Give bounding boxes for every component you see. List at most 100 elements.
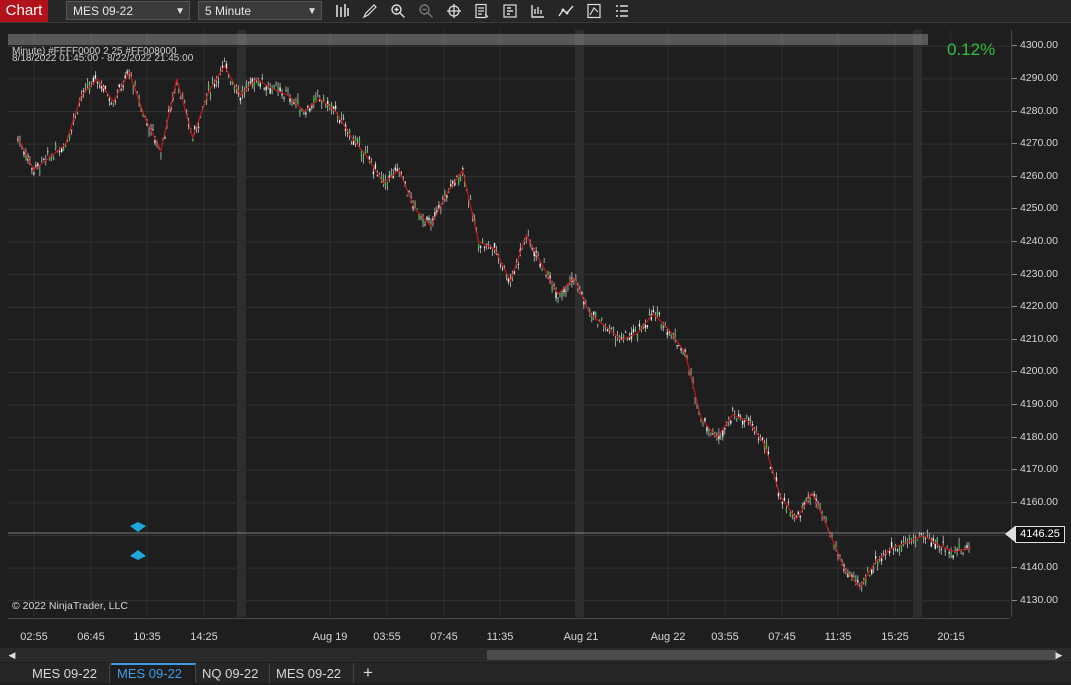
- tab-label: MES 09-22: [117, 666, 183, 681]
- candle-body: [624, 331, 627, 333]
- candle-body: [863, 577, 865, 580]
- tab-mes-1[interactable]: MES 09-22: [26, 663, 110, 683]
- tab-mes-2[interactable]: MES 09-22: [111, 663, 196, 683]
- candle-body: [551, 285, 553, 290]
- zoom-in-icon[interactable]: [389, 2, 407, 20]
- candle-body: [221, 65, 224, 68]
- candle-body: [708, 429, 710, 432]
- candle-body: [184, 100, 186, 102]
- candle-body: [880, 558, 883, 562]
- candle-body: [338, 119, 341, 123]
- candle-body: [724, 427, 726, 430]
- chart-window-label[interactable]: Chart: [0, 0, 48, 22]
- interval-selector[interactable]: 5 Minute ▼: [198, 1, 322, 20]
- candle-body: [593, 311, 595, 315]
- x-tick-label: 03:55: [373, 631, 401, 643]
- candle-body: [656, 311, 659, 316]
- candle-body: [646, 325, 649, 328]
- candle-body: [493, 242, 496, 248]
- candle-body: [120, 89, 122, 91]
- candle-body: [924, 537, 927, 539]
- candle-body: [366, 151, 369, 153]
- menu-list-icon[interactable]: [613, 2, 631, 20]
- percent-change: 0.12%: [947, 40, 996, 59]
- scroll-left-arrow-icon[interactable]: ◀: [6, 649, 18, 661]
- candle-body: [751, 424, 754, 426]
- y-tick-label: 4160.00: [1012, 495, 1058, 508]
- candle-body: [41, 159, 43, 161]
- candle-body: [299, 109, 301, 115]
- candle-body: [223, 60, 226, 62]
- bars-type-icon[interactable]: [333, 2, 351, 20]
- candle-body: [319, 100, 321, 101]
- zoom-out-icon[interactable]: [417, 2, 435, 20]
- x-tick-label: 03:55: [711, 631, 739, 643]
- y-tick-label: 4230.00: [1012, 267, 1058, 280]
- scroll-right-arrow-icon[interactable]: ▶: [1053, 649, 1065, 661]
- candle-body: [126, 71, 128, 74]
- data-box-icon[interactable]: [501, 2, 519, 20]
- candle-body: [898, 550, 901, 553]
- candle-body: [132, 88, 134, 91]
- candle-body: [416, 208, 418, 210]
- candle-body: [86, 81, 89, 85]
- scroll-thumb[interactable]: [487, 650, 1057, 660]
- tab-mes-3[interactable]: MES 09-22: [270, 663, 354, 683]
- horizontal-scrollbar[interactable]: ◀ ▶: [0, 648, 1071, 662]
- candle-body: [878, 559, 881, 562]
- x-tick-label: 20:15: [937, 631, 965, 643]
- interval-value: 5 Minute: [205, 4, 252, 18]
- add-tab-icon[interactable]: +: [358, 663, 378, 683]
- candle-body: [704, 417, 706, 422]
- date-range-header: 8/18/2022 01:45:00 - 8/22/2022 21:45:00: [12, 53, 194, 64]
- candle-body: [257, 81, 259, 86]
- candle-body: [55, 145, 57, 148]
- x-tick-label: 11:35: [486, 631, 514, 643]
- candle-body: [194, 126, 196, 129]
- candle-body: [652, 309, 655, 312]
- candle-body: [787, 501, 790, 503]
- pencil-draw-icon[interactable]: [361, 2, 379, 20]
- candle-body: [857, 580, 859, 583]
- candle-body: [706, 427, 708, 432]
- y-tick-label: 4260.00: [1012, 169, 1058, 182]
- navigation-markers-icon[interactable]: [128, 520, 148, 560]
- chart-plot-area[interactable]: [8, 30, 1010, 617]
- candle-body: [591, 315, 593, 321]
- chart-trader-icon[interactable]: [529, 2, 547, 20]
- candle-body: [332, 106, 335, 110]
- candle-body: [247, 85, 250, 86]
- x-axis[interactable]: 02:55 06:45 10:35 14:25 Aug 19 03:55 07:45 11:3…: [8, 618, 1010, 647]
- candle-body: [960, 552, 962, 554]
- y-tick-label: 4270.00: [1012, 137, 1058, 150]
- crosshair-icon[interactable]: [445, 2, 463, 20]
- properties-icon[interactable]: [473, 2, 491, 20]
- candle-body: [313, 97, 315, 103]
- candle-body: [283, 97, 285, 99]
- y-tick-label: 4280.00: [1012, 104, 1058, 117]
- candle-body: [62, 148, 65, 151]
- toolbar: Chart MES 09-22 ▼ 5 Minute ▼: [0, 0, 1071, 23]
- candle-body: [309, 108, 311, 112]
- candle-body: [477, 243, 480, 249]
- candle-body: [456, 175, 458, 177]
- tab-nq[interactable]: NQ 09-22: [196, 663, 270, 683]
- candle-body: [303, 112, 305, 114]
- candle-body: [702, 423, 704, 424]
- strategies-icon[interactable]: [557, 2, 575, 20]
- x-tick-label: 06:45: [77, 631, 105, 643]
- candle-body: [321, 102, 323, 104]
- candle-body: [597, 324, 599, 325]
- y-tick-label: 4220.00: [1012, 300, 1058, 313]
- indicators-icon[interactable]: [585, 2, 603, 20]
- candle-body: [287, 89, 289, 92]
- candle-body: [942, 541, 944, 543]
- candle-body: [501, 268, 504, 270]
- instrument-selector[interactable]: MES 09-22 ▼: [66, 1, 190, 20]
- candle-body: [414, 203, 416, 207]
- y-tick-label: 4130.00: [1012, 593, 1058, 606]
- candle-body: [245, 84, 248, 88]
- candle-body: [912, 537, 915, 539]
- candle-body: [710, 432, 712, 434]
- candle-body: [58, 151, 61, 152]
